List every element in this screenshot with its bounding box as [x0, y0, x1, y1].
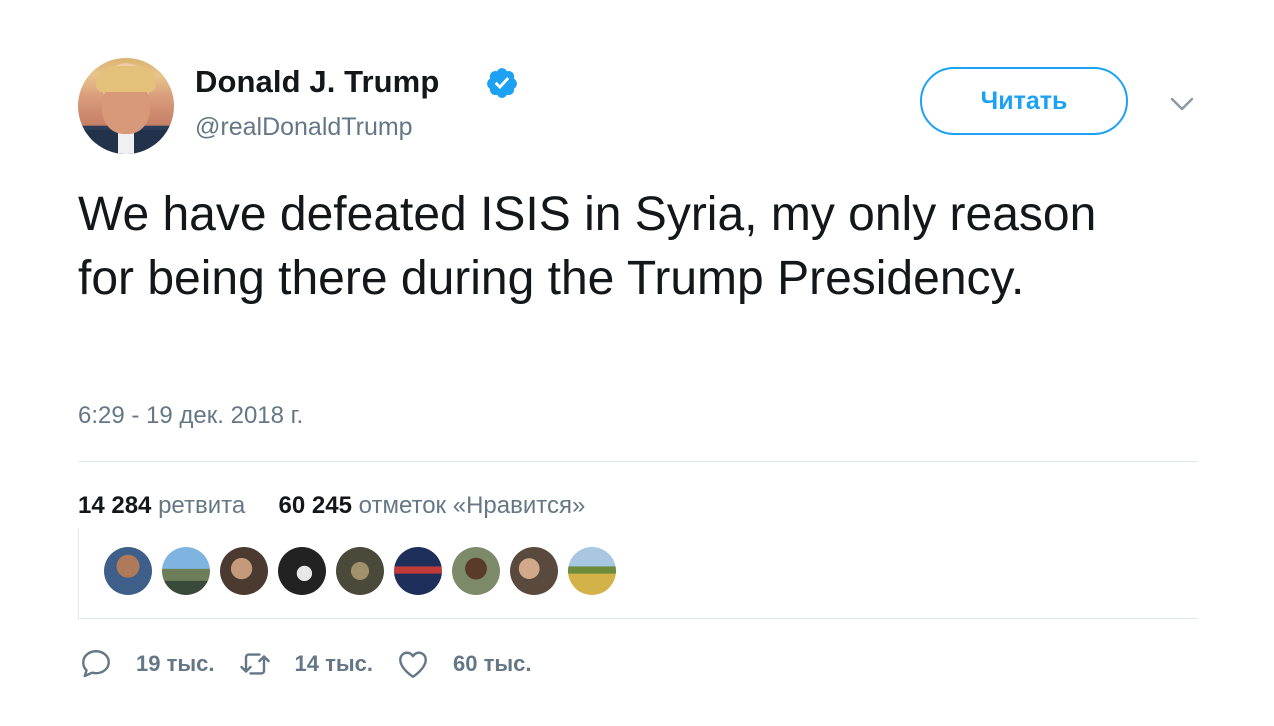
liker-avatar[interactable] [452, 547, 500, 595]
chevron-down-icon[interactable] [1168, 94, 1196, 114]
liker-avatar[interactable] [220, 547, 268, 595]
liker-avatar[interactable] [510, 547, 558, 595]
author-handle[interactable]: @realDonaldTrump [195, 113, 413, 142]
divider-top [78, 461, 1198, 462]
retweets-label[interactable]: ретвита [158, 492, 245, 519]
likes-label[interactable]: отметок «Нравится» [359, 492, 586, 519]
avatar-hair [96, 66, 156, 92]
retweet-count: 14 тыс. [294, 651, 374, 676]
reply-count: 19 тыс. [136, 651, 215, 676]
retweet-icon [239, 653, 270, 675]
reply-icon [82, 650, 110, 678]
liker-avatars [104, 547, 616, 595]
verified-badge-icon [487, 68, 517, 98]
like-icon [399, 651, 427, 678]
likers-separator [78, 528, 83, 618]
divider-bottom [78, 618, 1198, 619]
tweet-timestamp[interactable]: 6:29 - 19 дек. 2018 г. [78, 402, 303, 430]
like-count: 60 тыс. [453, 651, 532, 676]
tweet-stats: 14 284 ретвита 60 245 отметок «Нравится» [78, 492, 585, 520]
tweet-text: We have defeated ISIS in Syria, my only … [78, 188, 1097, 305]
liker-avatar[interactable] [336, 547, 384, 595]
author-avatar[interactable] [78, 58, 174, 154]
likes-count[interactable]: 60 245 [279, 492, 352, 519]
liker-avatar[interactable] [568, 547, 616, 595]
liker-avatar[interactable] [278, 547, 326, 595]
retweets-count[interactable]: 14 284 [78, 492, 151, 519]
retweet-action[interactable]: 14 тыс. [237, 646, 374, 682]
like-action[interactable]: 60 тыс. [395, 646, 532, 682]
liker-avatar[interactable] [162, 547, 210, 595]
liker-avatar[interactable] [394, 547, 442, 595]
reply-action[interactable]: 19 тыс. [78, 646, 215, 682]
follow-button[interactable]: Читать [920, 67, 1128, 135]
tweet-actions: 19 тыс. 14 тыс. 60 тыс. [78, 646, 532, 682]
author-name[interactable]: Donald J. Trump [195, 64, 439, 100]
liker-avatar[interactable] [104, 547, 152, 595]
